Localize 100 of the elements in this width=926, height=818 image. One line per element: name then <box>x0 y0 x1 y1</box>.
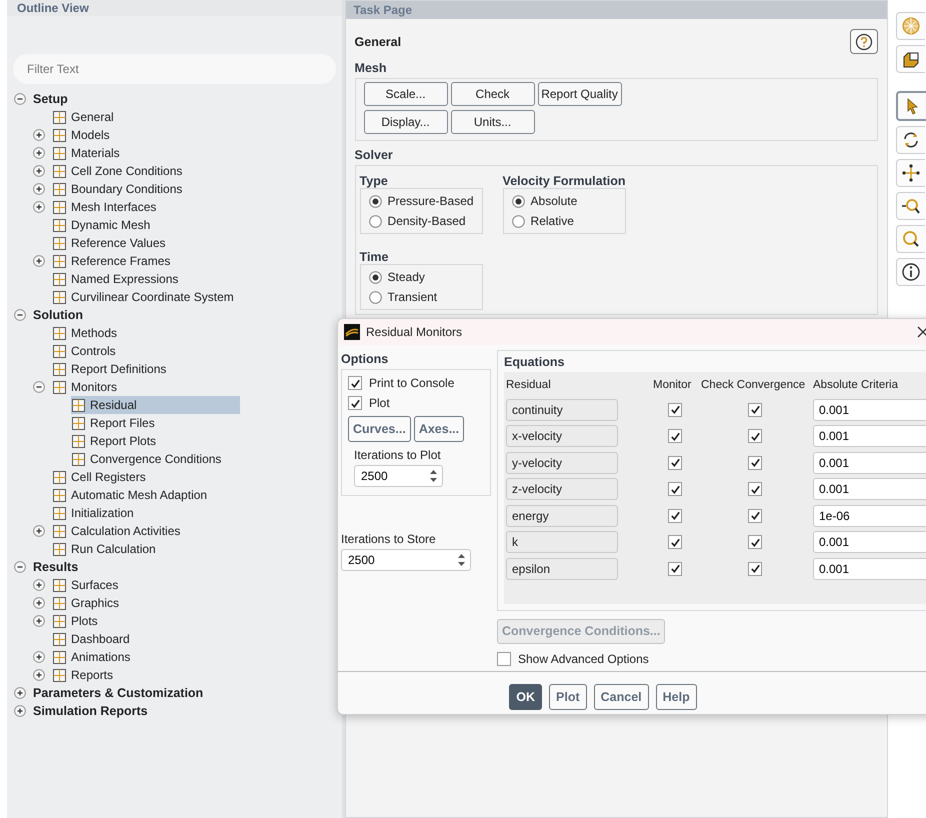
expand-icon[interactable] <box>33 525 45 537</box>
expand-icon[interactable] <box>14 705 26 717</box>
tree-item[interactable]: Named Expressions <box>52 270 182 288</box>
tree-item[interactable]: Models <box>52 126 114 144</box>
criteria-field[interactable]: 1e-06 <box>813 504 926 526</box>
tree-item[interactable]: Curvilinear Coordinate System <box>52 288 238 306</box>
expand-icon[interactable] <box>33 651 45 663</box>
close-icon[interactable] <box>916 325 926 339</box>
expand-icon[interactable] <box>14 687 26 699</box>
mesh-button[interactable]: Display... <box>364 110 448 134</box>
tree-item[interactable]: Results <box>33 558 82 576</box>
tree-item[interactable]: Simulation Reports <box>33 702 152 720</box>
rotate-icon[interactable] <box>901 130 921 150</box>
zoom-icon[interactable] <box>901 229 921 249</box>
spinner-arrows-icon[interactable] <box>429 469 438 483</box>
radio-button[interactable] <box>512 214 525 228</box>
tree-item[interactable]: Reports <box>52 666 118 684</box>
dialog-button[interactable]: Help <box>656 684 697 710</box>
expand-icon[interactable] <box>33 183 45 195</box>
tree-item[interactable]: Calculation Activities <box>52 522 184 540</box>
checkbox[interactable] <box>668 535 682 549</box>
collapse-icon[interactable] <box>14 93 26 105</box>
info-icon[interactable] <box>901 262 921 282</box>
radio-button[interactable] <box>368 290 382 304</box>
criteria-field[interactable]: 0.001 <box>813 478 926 500</box>
tree-item[interactable]: Boundary Conditions <box>52 180 186 198</box>
tree-item[interactable]: Residual <box>71 396 240 414</box>
tree-item[interactable]: General <box>52 108 118 126</box>
dialog-button[interactable]: OK <box>509 684 542 710</box>
radio-button[interactable] <box>368 214 382 228</box>
expand-icon[interactable] <box>33 129 45 141</box>
tree-item[interactable]: Report Files <box>71 414 159 432</box>
tree-item[interactable]: Methods <box>52 324 122 342</box>
collapse-icon[interactable] <box>33 381 45 393</box>
expand-icon[interactable] <box>33 201 45 213</box>
options-button[interactable]: Curves... <box>348 416 411 442</box>
tree-item[interactable]: Mesh Interfaces <box>52 198 160 216</box>
checkbox[interactable] <box>348 376 362 390</box>
checkbox[interactable] <box>668 508 682 522</box>
mesh-button[interactable]: Report Quality <box>538 82 622 106</box>
checkbox[interactable] <box>668 402 682 416</box>
filter-field[interactable]: Filter Text <box>13 54 336 84</box>
zoom-out-icon[interactable] <box>901 196 921 216</box>
expand-icon[interactable] <box>33 669 45 681</box>
tree-item[interactable]: Report Plots <box>71 432 160 450</box>
checkbox[interactable] <box>348 396 362 410</box>
checkbox[interactable] <box>748 508 762 522</box>
expand-icon[interactable] <box>33 597 45 609</box>
mesh-button[interactable]: Check <box>450 82 535 106</box>
tree-item[interactable]: Report Definitions <box>52 360 170 378</box>
checkbox[interactable] <box>748 562 762 576</box>
tree-item[interactable]: Dashboard <box>52 630 134 648</box>
dialog-button[interactable]: Cancel <box>594 684 649 710</box>
checkbox[interactable] <box>497 652 511 666</box>
expand-icon[interactable] <box>33 255 45 267</box>
tree-item[interactable]: Convergence Conditions <box>71 450 226 468</box>
spinner-arrows-icon[interactable] <box>457 553 466 567</box>
expand-icon[interactable] <box>33 579 45 591</box>
checkbox[interactable] <box>748 429 762 443</box>
tree-item[interactable]: Monitors <box>52 378 122 396</box>
checkbox[interactable] <box>748 535 762 549</box>
tree-item[interactable]: Controls <box>52 342 120 360</box>
iterations-field[interactable]: 2500 <box>354 465 443 487</box>
radio-button[interactable] <box>512 194 525 208</box>
tree-item[interactable]: Plots <box>52 612 102 630</box>
criteria-field[interactable]: 0.001 <box>813 531 926 553</box>
collapse-icon[interactable] <box>14 561 26 573</box>
checkbox[interactable] <box>668 562 682 576</box>
tree-item[interactable]: Dynamic Mesh <box>52 216 154 234</box>
expand-icon[interactable] <box>33 165 45 177</box>
tree-item[interactable]: Setup <box>33 90 72 108</box>
criteria-field[interactable]: 0.001 <box>813 558 926 580</box>
checkbox[interactable] <box>668 429 682 443</box>
tree-item[interactable]: Solution <box>33 306 87 324</box>
checkbox[interactable] <box>748 482 762 496</box>
tree-item[interactable]: Surfaces <box>52 576 122 594</box>
tree-item[interactable]: Materials <box>52 144 124 162</box>
help-button[interactable] <box>850 29 878 54</box>
criteria-field[interactable]: 0.001 <box>813 452 926 474</box>
tree-item[interactable]: Run Calculation <box>52 540 160 558</box>
mesh-button[interactable]: Units... <box>450 110 535 134</box>
criteria-field[interactable]: 0.001 <box>813 398 926 420</box>
radio-button[interactable] <box>368 194 382 208</box>
tree-item[interactable]: Reference Frames <box>52 252 174 270</box>
expand-icon[interactable] <box>33 147 45 159</box>
checkbox[interactable] <box>668 482 682 496</box>
expand-icon[interactable] <box>33 615 45 627</box>
tree-item[interactable]: Reference Values <box>52 234 170 252</box>
mesh-button[interactable]: Scale... <box>364 82 448 106</box>
tree-item[interactable]: Automatic Mesh Adaption <box>52 486 212 504</box>
tree-item[interactable]: Initialization <box>52 504 138 522</box>
pan-icon[interactable] <box>901 163 921 183</box>
tree-item[interactable]: Parameters & Customization <box>33 684 208 702</box>
tree-item[interactable]: Cell Zone Conditions <box>52 162 186 180</box>
checkbox[interactable] <box>748 456 762 470</box>
checkbox[interactable] <box>748 402 762 416</box>
radio-button[interactable] <box>368 270 382 284</box>
tree-item[interactable]: Graphics <box>52 594 124 612</box>
collapse-icon[interactable] <box>14 309 26 321</box>
globe-icon[interactable] <box>901 16 921 36</box>
